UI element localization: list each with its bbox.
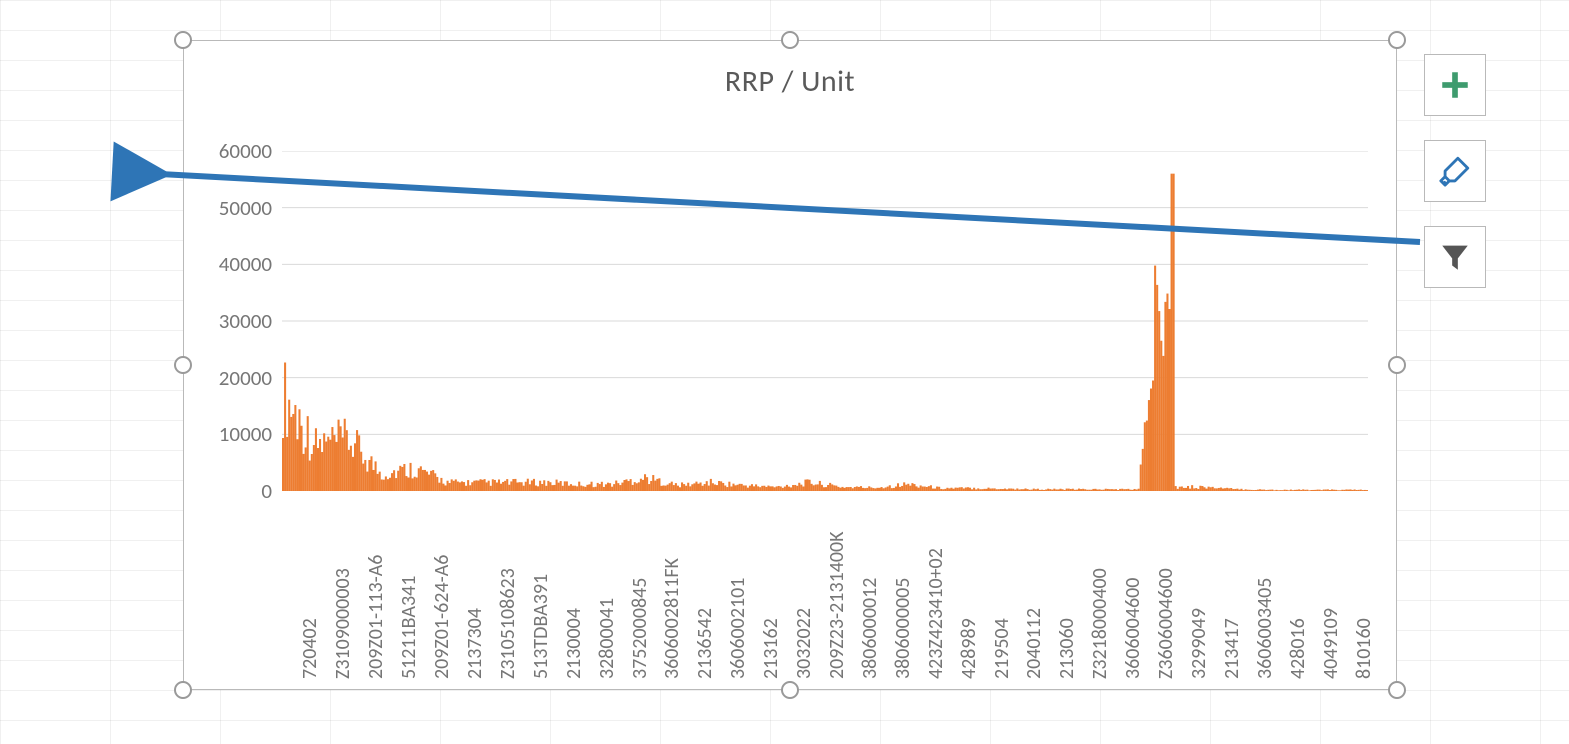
x-tick-label: 213417 [1220, 618, 1244, 679]
x-tick-label: 3299049 [1187, 608, 1211, 679]
gridlines [282, 151, 1368, 491]
x-tick-label: 209Z23-2131400K [825, 531, 849, 679]
resize-handle-w[interactable] [174, 356, 192, 374]
x-tick-label: 213060 [1055, 618, 1079, 679]
x-tick-label: 720402 [298, 618, 322, 679]
x-tick-label: 3032022 [792, 608, 816, 679]
x-tick-label: 3606002811FK [660, 558, 684, 679]
x-tick-label: 4049109 [1319, 608, 1343, 679]
plot-area[interactable] [282, 151, 1368, 491]
x-tick-label: 2136542 [693, 608, 717, 679]
chart-svg [282, 151, 1368, 491]
y-tick-label: 30000 [219, 308, 272, 334]
resize-handle-nw[interactable] [174, 31, 192, 49]
x-tick-label: 3806000012 [858, 578, 882, 679]
x-tick-label: Z3109000003 [331, 568, 355, 679]
x-tick-label: 3752000845 [628, 578, 652, 679]
y-tick-label: 50000 [219, 195, 272, 221]
y-tick-label: 0 [261, 478, 272, 504]
x-tick-label: 810160 [1352, 618, 1376, 679]
chart-title[interactable]: RRP / Unit [184, 63, 1396, 100]
x-tick-label: 428016 [1286, 618, 1310, 679]
x-tick-label: 219504 [990, 618, 1014, 679]
x-tick-label: 209Z01-624-A6 [430, 555, 454, 679]
x-tick-label: 2040112 [1022, 608, 1046, 679]
x-tick-label: 513TDBA391 [529, 574, 553, 679]
x-tick-label: 2137304 [463, 608, 487, 679]
x-tick-label: 51211BA341 [397, 576, 421, 679]
x-tick-label: 3606002101 [726, 578, 750, 679]
resize-handle-n[interactable] [781, 31, 799, 49]
resize-handle-e[interactable] [1388, 356, 1406, 374]
x-tick-label: 2130004 [562, 608, 586, 679]
x-tick-label: 3806000005 [891, 578, 915, 679]
x-tick-label: Z3606004600 [1154, 568, 1178, 679]
y-tick-label: 20000 [219, 365, 272, 391]
x-tick-label: 428989 [957, 618, 981, 679]
chart-elements-button[interactable] [1424, 54, 1486, 116]
y-axis-labels: 0100002000030000400005000060000 [184, 151, 278, 491]
resize-handle-s[interactable] [781, 681, 799, 699]
y-tick-label: 60000 [219, 138, 272, 164]
x-tick-label: 423Z423410+02 [924, 548, 948, 679]
chart-filters-button[interactable] [1424, 226, 1486, 288]
y-tick-label: 40000 [219, 251, 272, 277]
x-tick-label: Z3218000400 [1088, 568, 1112, 679]
bars [282, 174, 1368, 491]
chart-object[interactable]: RRP / Unit 0 10000 20000 30000 40000 50000 600… [183, 40, 1397, 690]
chart-styles-button[interactable] [1424, 140, 1486, 202]
resize-handle-ne[interactable] [1388, 31, 1406, 49]
x-tick-label: 213162 [759, 618, 783, 679]
y-tick-label: 10000 [219, 421, 272, 447]
x-tick-label: 3606004600 [1121, 578, 1145, 679]
x-tick-label: 32800041 [595, 598, 619, 679]
x-tick-label: Z3105108623 [496, 568, 520, 679]
x-tick-label: 209Z01-113-A6 [364, 555, 388, 679]
brush-icon [1438, 154, 1472, 188]
x-axis-labels: 720402 Z3109000003 209Z01-113-A6 51211BA341… [282, 491, 1368, 689]
x-tick-label: 3606003405 [1253, 578, 1277, 679]
resize-handle-sw[interactable] [174, 681, 192, 699]
funnel-icon [1438, 240, 1472, 274]
plus-icon [1438, 68, 1472, 102]
resize-handle-se[interactable] [1388, 681, 1406, 699]
